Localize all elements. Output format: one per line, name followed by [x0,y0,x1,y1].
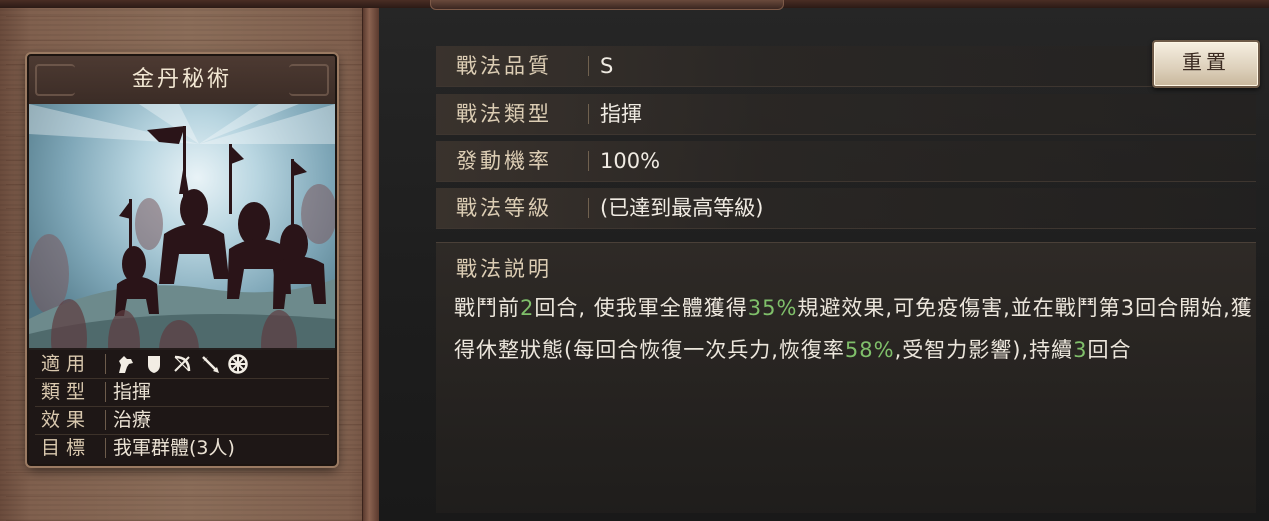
info-row-target: 目標 我軍群體(3人) [35,434,329,462]
desc-segment: 戰鬥前 [454,296,520,320]
info-row-type: 類型 指揮 [35,378,329,407]
desc-highlight-recovery: 58% [844,338,895,362]
tactic-type-label: 戰法類型 [456,102,552,126]
description-title: 戰法説明 [456,257,552,281]
tactic-level-value: (已達到最高等級) [600,196,764,220]
desc-segment: 回合, 使我軍全體獲得 [534,296,748,320]
shield-infantry-icon [148,356,160,373]
bow-icon [174,355,191,372]
trigger-rate-label: 發動機率 [456,149,552,173]
type-label: 類型 [41,381,92,403]
desc-highlight-rounds: 2 [520,296,535,320]
card-artwork [29,104,335,350]
divider [105,438,106,458]
divider [588,198,589,218]
cavalry-silhouette-art [29,104,335,350]
target-value: 我軍群體(3人) [113,437,235,459]
reset-button[interactable]: 重置 [1152,40,1260,88]
scroll-rail [362,8,379,521]
detail-row-quality: 戰法品質 S [436,46,1256,87]
info-row-apply: 適用 [35,350,329,379]
description-panel: 戰法説明 戰鬥前2回合, 使我軍全體獲得35%規避效果,可免疫傷害,並在戰鬥第3… [436,242,1256,513]
divider [105,410,106,430]
card-title-bar: 金丹秘術 [29,56,335,106]
desc-highlight-evasion: 35% [747,296,798,320]
info-row-effect: 效果 治療 [35,406,329,435]
effect-value: 治療 [113,409,152,431]
desc-highlight-duration: 3 [1073,338,1088,362]
desc-segment: 回合 [1087,338,1132,362]
quality-label: 戰法品質 [456,54,552,78]
card-info-panel: 適用 類型 指揮 效果 治療 目標 我軍群體(3人) [29,348,335,464]
tactic-type-value: 指揮 [600,102,642,126]
effect-label: 效果 [41,409,92,431]
detail-row-level: 戰法等級 (已達到最高等級) [436,188,1256,229]
divider [105,354,106,374]
desc-segment: ,受智力影響),持續 [894,338,1074,362]
apply-label: 適用 [41,353,92,375]
card-title: 金丹秘術 [131,67,232,92]
divider [588,56,589,76]
trigger-rate-value: 100% [600,149,661,173]
type-value: 指揮 [113,381,152,403]
target-label: 目標 [41,437,92,459]
detail-row-rate: 發動機率 100% [436,141,1256,182]
cavalry-icon [119,356,133,373]
detail-row-type: 戰法類型 指揮 [436,94,1256,135]
description-text: 戰鬥前2回合, 使我軍全體獲得35%規避效果,可免疫傷害,並在戰鬥第3回合開始,… [454,287,1254,371]
divider [588,151,589,171]
spear-icon [202,356,219,373]
siege-wheel-icon [228,354,248,374]
tactic-card: 金丹秘術 適用 類型 指揮 效果 治療 目標 我軍群體(3人) [27,54,337,466]
quality-value: S [600,54,614,78]
tactic-detail-screen: 金丹秘術 適用 類型 指揮 效果 治療 目標 我軍群體(3人) 戰法品質 S 戰… [0,0,1269,521]
divider [105,382,106,402]
divider [588,104,589,124]
tactic-level-label: 戰法等級 [456,196,552,220]
top-tab-ornament [430,0,784,10]
